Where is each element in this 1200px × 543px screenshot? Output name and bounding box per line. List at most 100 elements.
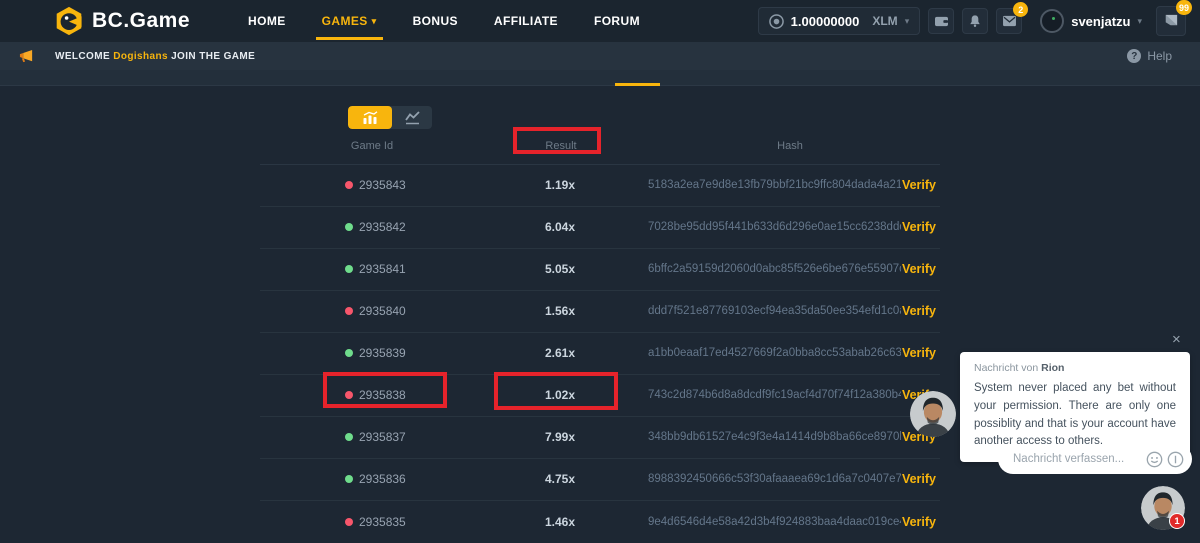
hash-value: 6bffc2a59159d2060d0abc85f526e6be676e5590… — [648, 263, 901, 275]
verify-link[interactable]: Verify — [902, 472, 936, 486]
result-value: 2.61x — [480, 346, 640, 360]
game-id: 2935837 — [359, 430, 480, 444]
balance-amount: 1.00000000 — [791, 14, 860, 29]
status-dot — [345, 391, 353, 399]
user-avatar — [1040, 9, 1064, 33]
game-id: 2935843 — [359, 178, 480, 192]
game-id: 2935842 — [359, 220, 480, 234]
table-row: 2935840 1.56x ddd7f521e87769103ecf94ea35… — [260, 291, 940, 333]
hash-value: a1bb0eaaf17ed4527669f2a0bba8cc53abab26c6… — [648, 347, 901, 359]
notifications-button[interactable] — [962, 8, 988, 34]
announcement-bar: WELCOME Dogishans JOIN THE GAME ? Help — [0, 42, 1200, 70]
announcement-text: WELCOME Dogishans JOIN THE GAME — [55, 51, 255, 62]
chat-close-icon[interactable]: × — [1172, 332, 1181, 347]
game-history-panel: Game Id Result Hash 2935843 1.19x 5183a2… — [260, 87, 940, 543]
tabs-strip — [0, 70, 1200, 86]
table-row: 2935841 5.05x 6bffc2a59159d2060d0abc85f5… — [260, 249, 940, 291]
status-dot — [345, 518, 353, 526]
status-dot — [345, 433, 353, 441]
nav-item-affiliate[interactable]: AFFILIATE — [476, 0, 576, 42]
verify-link[interactable]: Verify — [902, 262, 936, 276]
line-chart-icon — [405, 111, 420, 125]
brand-name: BC.Game — [92, 9, 190, 33]
trend-view-toggle[interactable] — [392, 106, 432, 129]
status-dot — [345, 265, 353, 273]
result-value: 1.02x — [480, 388, 640, 402]
bar-chart-icon — [362, 111, 378, 125]
nav-item-games[interactable]: GAMES▾ — [304, 0, 395, 42]
top-navbar: BC.Game HOME GAMES▾ BONUS AFFILIATE FORU… — [0, 0, 1200, 42]
header-hash: Hash — [777, 140, 803, 152]
result-value: 4.75x — [480, 472, 640, 486]
attachment-icon[interactable] — [1167, 451, 1184, 468]
verify-link[interactable]: Verify — [902, 178, 936, 192]
view-toggle — [348, 106, 432, 129]
user-caret-icon: ▾ — [1137, 16, 1142, 27]
game-id: 2935835 — [359, 515, 480, 529]
game-id: 2935841 — [359, 262, 480, 276]
chevron-down-icon: ▾ — [372, 16, 377, 27]
mail-icon — [1002, 15, 1017, 27]
game-id: 2935838 — [359, 388, 480, 402]
brand-logo[interactable]: BC.Game — [54, 6, 190, 36]
announcement-player: Dogishans — [113, 51, 168, 62]
verify-link[interactable]: Verify — [902, 515, 936, 529]
verify-link[interactable]: Verify — [902, 346, 936, 360]
status-dot — [345, 181, 353, 189]
hash-value: 8988392450666c53f30afaaaea69c1d6a7c0407e… — [648, 473, 901, 485]
verify-link[interactable]: Verify — [902, 304, 936, 318]
table-row: 2935835 1.46x 9e4d6546d4e58a42d3b4f92488… — [260, 501, 940, 543]
hash-value: 9e4d6546d4e58a42d3b4f924883baa4daac019ce… — [648, 516, 901, 528]
bcgame-logo-icon — [54, 6, 84, 36]
chat-toggle-button[interactable]: 99 — [1156, 6, 1186, 36]
message-title: Nachricht von Rion — [974, 362, 1176, 374]
hash-value: 348bb9db61527e4c9f3e4a1414d9b8ba66ce8970… — [648, 431, 901, 443]
messages-button[interactable]: 2 — [996, 8, 1022, 34]
navbar-right: 1.00000000 XLM ▾ — [758, 6, 1186, 36]
game-id: 2935836 — [359, 472, 480, 486]
status-dot — [345, 475, 353, 483]
message-sender: Rion — [1041, 362, 1064, 374]
result-value: 1.19x — [480, 178, 640, 192]
username: svenjatzu — [1071, 14, 1130, 29]
wallet-icon — [934, 15, 949, 28]
result-value: 7.99x — [480, 430, 640, 444]
nav-item-bonus[interactable]: BONUS — [395, 0, 476, 42]
chat-icon — [1163, 13, 1180, 29]
currency-caret-icon: ▾ — [905, 16, 910, 27]
table-row: 2935839 2.61x a1bb0eaaf17ed4527669f2a0bb… — [260, 333, 940, 375]
verify-link[interactable]: Verify — [902, 220, 936, 234]
chart-view-toggle[interactable] — [348, 106, 392, 129]
header-result: Result — [545, 140, 576, 152]
chat-input-box — [998, 444, 1192, 474]
nav-item-forum[interactable]: FORUM — [576, 0, 658, 42]
hash-value: 5183a2ea7e9d8e13fb79bbf21bc9ffc804dada4a… — [648, 179, 901, 191]
table-row: 2935838 1.02x 743c2d874b6d8a8dcdf9fc19ac… — [260, 375, 940, 417]
game-id: 2935840 — [359, 304, 480, 318]
result-value: 5.05x — [480, 262, 640, 276]
result-value: 6.04x — [480, 220, 640, 234]
chat-input[interactable] — [1011, 452, 1142, 466]
help-label: Help — [1147, 49, 1172, 63]
balance-selector[interactable]: 1.00000000 XLM ▾ — [758, 7, 921, 35]
currency-label: XLM — [872, 14, 897, 28]
active-tab-indicator — [615, 83, 660, 86]
chat-badge: 99 — [1176, 0, 1192, 15]
table-header: Game Id Result Hash — [260, 130, 940, 165]
table-row: 2935836 4.75x 8988392450666c53f30afaaaea… — [260, 459, 940, 501]
help-link[interactable]: ? Help — [1127, 49, 1172, 63]
emoji-icon[interactable] — [1146, 451, 1163, 468]
user-menu[interactable]: svenjatzu ▾ — [1040, 9, 1142, 33]
header-game-id: Game Id — [351, 140, 393, 152]
table-row: 2935842 6.04x 7028be95dd95f441b633d6d296… — [260, 207, 940, 249]
result-value: 1.46x — [480, 515, 640, 529]
main-nav: HOME GAMES▾ BONUS AFFILIATE FORUM — [230, 0, 658, 42]
mail-badge: 2 — [1013, 2, 1028, 17]
sender-avatar — [910, 391, 956, 437]
table-row: 2935837 7.99x 348bb9db61527e4c9f3e4a1414… — [260, 417, 940, 459]
wallet-button[interactable] — [928, 8, 954, 34]
message-body: System never placed any bet without your… — [974, 380, 1176, 451]
nav-item-home[interactable]: HOME — [230, 0, 304, 42]
bell-icon — [968, 14, 982, 28]
result-value: 1.56x — [480, 304, 640, 318]
